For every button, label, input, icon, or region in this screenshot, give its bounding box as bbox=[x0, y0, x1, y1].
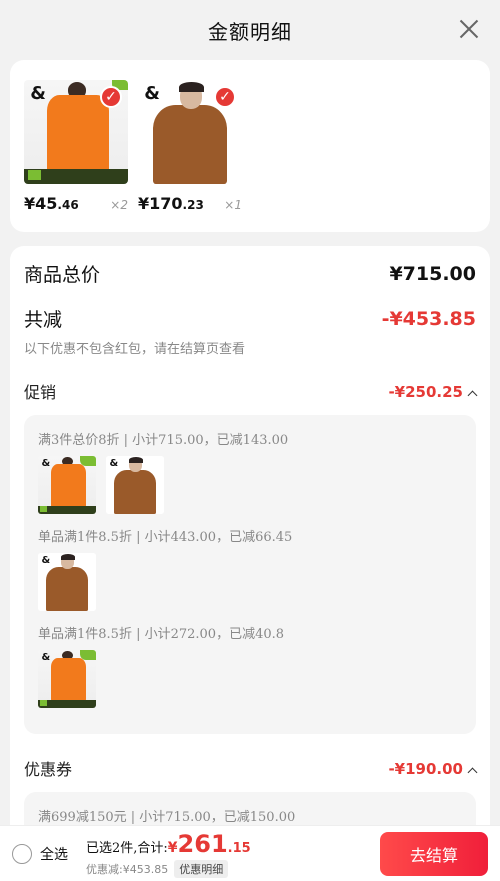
product-image: & bbox=[38, 456, 96, 514]
check-icon[interactable]: ✓ bbox=[100, 86, 122, 108]
discount-rule: 满3件总价8折 | 小计715.00，已减143.00 bbox=[38, 433, 289, 448]
coupon-label: 优惠券 bbox=[24, 760, 73, 779]
product-thumbnail: & bbox=[106, 456, 164, 514]
promo-details: 满3件总价8折 | 小计715.00，已减143.00 & & 单品满1件8.5折 |… bbox=[24, 415, 476, 734]
product-thumbnail: & bbox=[38, 553, 96, 611]
discount-value: -¥453.85 bbox=[381, 307, 476, 330]
selected-count: 已选2件,合计: bbox=[86, 840, 168, 856]
product-image: & bbox=[38, 650, 96, 708]
chevron-up-icon bbox=[467, 767, 478, 777]
close-icon[interactable] bbox=[458, 18, 480, 40]
coupon-toggle[interactable]: -¥190.00 bbox=[388, 759, 478, 778]
discount-rule: 满699减150元 | 小计715.00，已减150.00 bbox=[38, 810, 296, 825]
total-amount: 261 bbox=[177, 829, 228, 858]
select-all-radio[interactable] bbox=[12, 843, 32, 864]
page-title: 金额明细 bbox=[208, 19, 292, 44]
total-row: 商品总价 ¥715.00 bbox=[24, 260, 476, 287]
total-value: ¥715.00 bbox=[389, 262, 476, 285]
discount-note: 以下优惠不包含红包，请在结算页查看 bbox=[24, 342, 246, 357]
product-item[interactable]: & ✓ ¥170.23 ×1 bbox=[138, 80, 242, 232]
promo-header[interactable]: 促销 -¥250.25 bbox=[24, 379, 478, 403]
total-label: 商品总价 bbox=[24, 264, 101, 286]
check-icon[interactable]: ✓ bbox=[214, 86, 236, 108]
discount-label: 共减 bbox=[24, 309, 63, 331]
product-quantity: ×2 bbox=[110, 198, 128, 212]
discount-summary: 优惠减:¥453.85 bbox=[86, 862, 169, 876]
checkout-button[interactable]: 去结算 bbox=[380, 831, 488, 876]
promo-value: -¥250.25 bbox=[388, 382, 463, 401]
promo-label: 促销 bbox=[24, 383, 57, 402]
product-thumbnail: & bbox=[38, 650, 96, 708]
promo-toggle[interactable]: -¥250.25 bbox=[388, 382, 478, 401]
selected-products: & ✓ ¥45.46 ×2 & ✓ ¥170.23 ×1 bbox=[10, 60, 490, 232]
coupon-header[interactable]: 优惠券 -¥190.00 bbox=[24, 756, 478, 780]
rule-thumbnails: & bbox=[38, 650, 462, 708]
price-summary: 商品总价 ¥715.00 共减 -¥453.85 以下优惠不包含红包，请在结算页… bbox=[10, 246, 490, 881]
header: 金额明细 bbox=[0, 0, 500, 60]
product-thumbnail: & bbox=[38, 456, 96, 514]
rule-thumbnails: && bbox=[38, 456, 462, 514]
product-image: & bbox=[38, 553, 96, 611]
product-quantity: ×1 bbox=[224, 198, 242, 212]
product-price: ¥170.23 bbox=[138, 194, 204, 213]
total-decimal: .15 bbox=[227, 840, 251, 856]
total-currency: ¥ bbox=[167, 839, 178, 856]
product-image: & bbox=[106, 456, 164, 514]
coupon-value: -¥190.00 bbox=[388, 759, 463, 778]
product-thumbnail[interactable]: & ✓ bbox=[138, 80, 242, 184]
product-item[interactable]: & ✓ ¥45.46 ×2 bbox=[24, 80, 128, 232]
discount-row: 共减 -¥453.85 bbox=[24, 305, 476, 332]
product-price: ¥45.46 bbox=[24, 194, 79, 213]
select-all-label[interactable]: 全选 bbox=[40, 844, 68, 864]
checkout-bar: 全选 已选2件,合计: ¥ 261 .15 优惠减:¥453.85 优惠明细 去… bbox=[0, 825, 500, 881]
checkout-totals: 已选2件,合计: ¥ 261 .15 优惠减:¥453.85 优惠明细 bbox=[86, 830, 251, 878]
discount-rule: 单品满1件8.5折 | 小计443.00，已减66.45 bbox=[38, 530, 293, 545]
rule-thumbnails: & bbox=[38, 553, 462, 611]
discount-rule: 单品满1件8.5折 | 小计272.00，已减40.8 bbox=[38, 627, 285, 642]
product-thumbnail[interactable]: & ✓ bbox=[24, 80, 128, 184]
chevron-up-icon bbox=[467, 390, 478, 400]
discount-detail-button[interactable]: 优惠明细 bbox=[174, 859, 229, 878]
